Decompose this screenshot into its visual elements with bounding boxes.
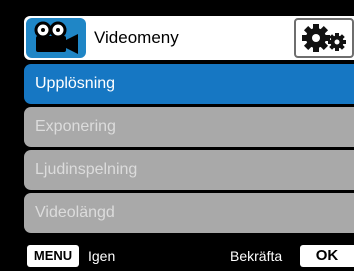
- menu-key-button[interactable]: MENU: [27, 245, 79, 267]
- footer-bar: MENU Igen Bekräfta OK: [0, 241, 354, 271]
- menu-item-ljudinspelning[interactable]: Ljudinspelning: [24, 150, 354, 190]
- back-label: Igen: [88, 248, 116, 264]
- confirm-label: Bekräfta: [230, 248, 283, 264]
- menu-title: Videomeny: [94, 28, 179, 47]
- menu-item-exponering[interactable]: Exponering: [24, 107, 354, 147]
- gears-icon[interactable]: [294, 18, 354, 58]
- video-camera-icon: [26, 18, 86, 58]
- menu-header: Videomeny: [24, 16, 354, 60]
- menu-item-videolangd[interactable]: Videolängd: [24, 193, 354, 233]
- ok-key-button[interactable]: OK: [300, 245, 354, 267]
- menu-item-upplosning[interactable]: Upplösning: [24, 64, 354, 104]
